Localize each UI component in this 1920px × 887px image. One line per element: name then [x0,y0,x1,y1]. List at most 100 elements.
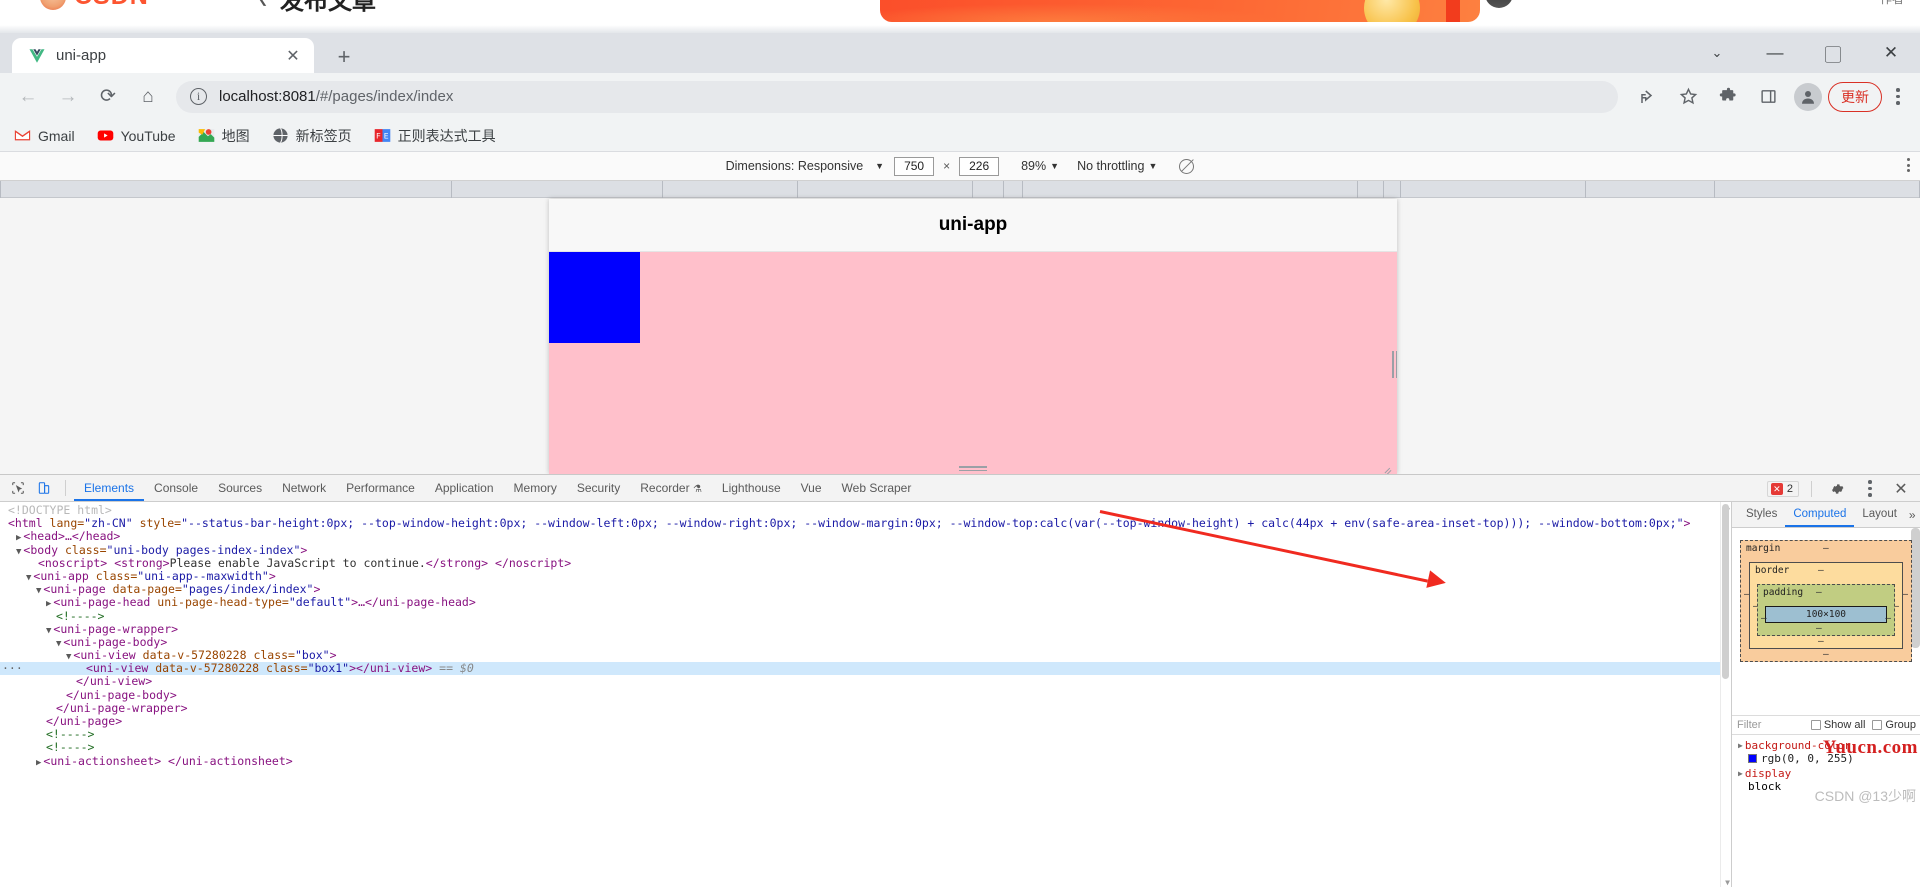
close-window-button[interactable]: ✕ [1862,33,1920,73]
collapse-triangle-icon[interactable]: ▼ [16,547,21,557]
profile-avatar-icon[interactable] [1794,82,1822,111]
box-model-padding[interactable]: padding – – – – 100×100 [1757,584,1895,636]
margin-top-value[interactable]: – [1823,543,1829,554]
more-tabs-icon[interactable]: » [1909,508,1916,522]
dom-tree-pane[interactable]: <!DOCTYPE html> <html lang="zh-CN" style… [0,502,1731,887]
box-model-border[interactable]: border – – – – padding – – – – 100×100 [1749,562,1903,649]
devtools-tab-console[interactable]: Console [144,475,208,501]
box-element[interactable] [549,252,1397,474]
collapse-triangle-icon[interactable]: ▼ [46,626,51,636]
bookmark-star-icon[interactable] [1671,80,1705,114]
extensions-puzzle-icon[interactable] [1711,80,1745,114]
devtools-tab-sources[interactable]: Sources [208,475,272,501]
devtools-tab-lighthouse[interactable]: Lighthouse [712,475,791,501]
devtools-tab-memory[interactable]: Memory [504,475,567,501]
csdn-logo[interactable]: CSDN [40,0,149,11]
address-bar[interactable]: i localhost:8081/#/pages/index/index [176,80,1618,113]
collapse-triangle-icon[interactable]: ▼ [56,639,61,649]
throttling-label[interactable]: No throttling [1077,159,1144,173]
padding-left-value[interactable]: – [1761,613,1767,624]
collapse-triangle-icon[interactable]: ▼ [66,652,71,662]
devtools-tab-security[interactable]: Security [567,475,630,501]
box-model-margin[interactable]: margin – – – – border – – – – padding – … [1740,540,1912,662]
csdn-avatar[interactable] [1485,0,1513,8]
show-all-checkbox[interactable]: Show all [1810,719,1865,731]
devtools-tab-webscraper[interactable]: Web Scraper [832,475,922,501]
update-button[interactable]: 更新 [1828,81,1882,112]
share-icon[interactable] [1631,80,1665,114]
minimize-button[interactable]: — [1746,33,1804,73]
styles-tab-styles[interactable]: Styles [1738,502,1785,527]
csdn-promo-banner[interactable]: 双11全服狂欢大放送，组团连年开启比价大party [880,0,1480,22]
zoom-chevron-icon[interactable]: ▼ [1050,161,1059,171]
inspect-element-icon[interactable] [5,476,31,500]
close-tab-button[interactable]: ✕ [282,45,304,67]
padding-bottom-value[interactable]: – [1816,623,1822,634]
collapse-triangle-icon[interactable]: ▼ [26,573,31,583]
bookmark-youtube[interactable]: YouTube [97,127,176,144]
dimensions-label[interactable]: Dimensions: Responsive [726,159,864,173]
device-toolbar-menu-icon[interactable] [1907,158,1910,172]
new-tab-button[interactable]: + [330,43,358,71]
tab-search-button[interactable]: ⌄ [1688,33,1746,73]
bookmark-gmail[interactable]: Gmail [14,127,75,144]
dom-line[interactable]: ▼ <uni-page-wrapper> [0,622,1731,636]
border-bottom-value[interactable]: – [1818,636,1824,647]
devtools-tab-network[interactable]: Network [272,475,336,501]
color-swatch-icon[interactable] [1748,754,1757,763]
browser-menu-icon[interactable] [1884,80,1912,114]
expand-triangle-icon[interactable]: ▶ [36,758,41,768]
bookmark-newtab[interactable]: 新标签页 [272,126,352,146]
group-checkbox[interactable]: Group [1872,719,1916,731]
maximize-button[interactable]: ▢ [1804,33,1862,73]
devtools-tab-vue[interactable]: Vue [791,475,832,501]
border-top-value[interactable]: – [1818,565,1824,576]
close-devtools-icon[interactable]: ✕ [1888,477,1914,501]
expand-triangle-icon[interactable]: ▶ [1738,741,1743,750]
filter-input[interactable]: Filter [1737,719,1804,731]
chevron-down-icon[interactable]: ▼ [875,161,884,171]
gear-icon[interactable] [1824,477,1850,501]
dom-line[interactable]: <html lang="zh-CN" style="--status-bar-h… [0,517,1731,530]
scrollbar-thumb[interactable] [1722,504,1729,679]
margin-bottom-value[interactable]: – [1823,649,1829,660]
box-model-content-size[interactable]: 100×100 [1765,606,1887,623]
dom-tree-scrollbar[interactable]: ▲ ▼ [1720,502,1731,887]
dom-line-selected[interactable]: ··· <uni-view data-v-57280228 class="box1… [0,662,1731,676]
scroll-down-arrow-icon[interactable]: ▼ [1725,878,1730,887]
forward-button[interactable]: → [50,79,86,115]
devtools-tab-elements[interactable]: Elements [74,475,144,501]
devtools-tab-application[interactable]: Application [425,475,504,501]
styles-tab-layout[interactable]: Layout [1854,502,1905,527]
toggle-device-toolbar-icon[interactable] [31,476,57,500]
collapse-triangle-icon[interactable]: ▼ [36,586,41,596]
site-info-icon[interactable]: i [190,88,207,105]
dom-line[interactable]: ▶ <uni-actionsheet> </uni-actionsheet> [0,754,1731,768]
csdn-publish-label[interactable]: 发布文章 [280,0,376,16]
devtools-tab-performance[interactable]: Performance [336,475,425,501]
back-button[interactable]: ← [10,79,46,115]
box1-element[interactable] [549,252,640,343]
error-count-badge[interactable]: ✕ 2 [1766,480,1799,497]
margin-right-value[interactable]: – [1902,589,1908,600]
throttling-chevron-icon[interactable]: ▼ [1148,161,1157,171]
expand-triangle-icon[interactable]: ▶ [46,599,51,609]
styles-tab-computed[interactable]: Computed [1785,502,1854,527]
viewport-resize-handle-bottom[interactable] [959,466,987,472]
expand-triangle-icon[interactable]: ▶ [1738,769,1743,778]
expand-triangle-icon[interactable]: ▶ [16,533,21,543]
padding-top-value[interactable]: – [1816,587,1822,598]
viewport-resize-handle-corner[interactable] [1382,466,1393,474]
viewport-resize-handle-right[interactable] [1392,351,1398,378]
device-width-input[interactable]: 750 [894,156,935,176]
bookmark-maps[interactable]: 地图 [198,126,250,146]
no-network-icon[interactable] [1179,158,1195,174]
side-panel-icon[interactable] [1751,80,1785,114]
bookmark-regex-tool[interactable]: F E 正则表达式工具 [374,126,496,146]
devtools-tab-recorder[interactable]: Recorder ⚗ [630,475,712,501]
zoom-level[interactable]: 89% [1021,159,1046,173]
padding-right-value[interactable]: – [1885,613,1891,624]
home-button[interactable]: ⌂ [130,79,166,115]
browser-tab[interactable]: uni-app ✕ [12,38,314,73]
reload-button[interactable]: ⟳ [90,79,126,115]
